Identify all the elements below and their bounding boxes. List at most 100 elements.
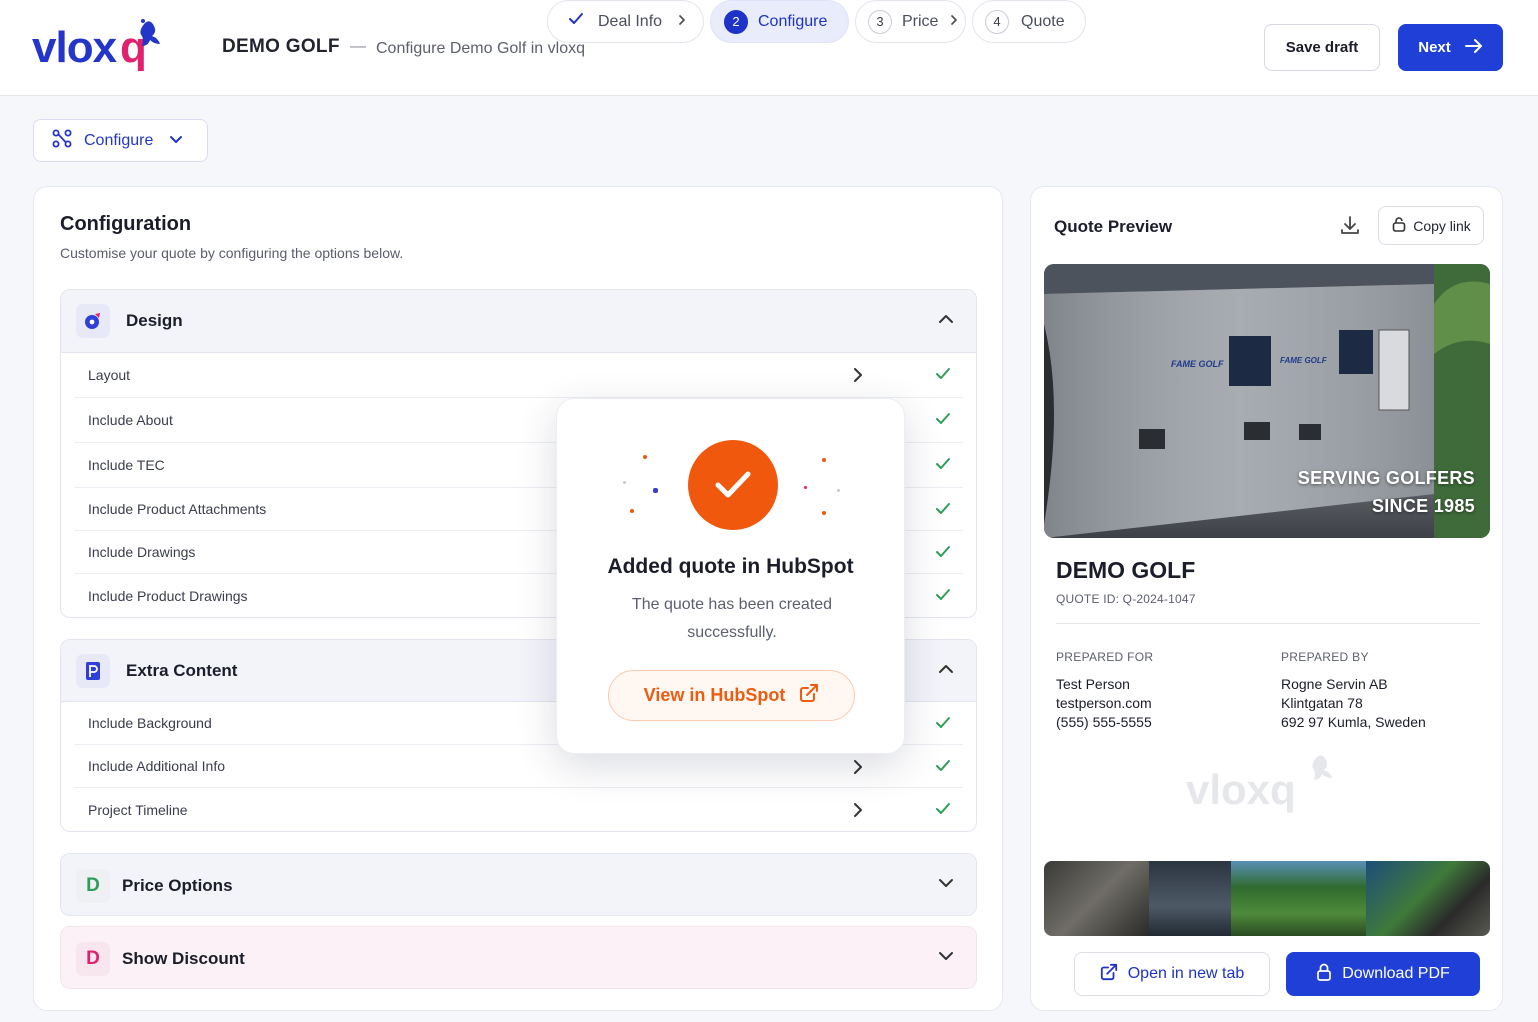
section-show-discount[interactable]: D Show Discount [60, 926, 977, 989]
chevron-down-icon[interactable] [938, 876, 954, 894]
chevron-right-icon [678, 13, 686, 31]
prepared-by-label: PREPARED BY [1281, 650, 1369, 664]
download-icon[interactable] [1339, 214, 1361, 241]
next-label: Next [1418, 39, 1451, 56]
check-icon [935, 502, 951, 519]
quote-company: DEMO GOLF [1056, 557, 1196, 583]
chevron-up-icon[interactable] [938, 312, 954, 330]
step-label: Price [902, 12, 939, 30]
view-in-hubspot-button[interactable]: View in HubSpot [608, 670, 855, 721]
step-price[interactable]: 3 Price [855, 0, 966, 43]
step-label: Quote [1021, 12, 1065, 30]
chevron-right-icon [950, 13, 958, 31]
prepared-by: Rogne Servin AB Klintgatan 78 692 97 Kum… [1281, 675, 1426, 732]
workflow-icon [52, 128, 72, 153]
section-header[interactable]: D Show Discount [61, 927, 976, 988]
vloxq-logo[interactable]: vlox q [32, 16, 182, 82]
chevron-right-icon[interactable] [853, 367, 863, 386]
section-title: Extra Content [126, 660, 238, 680]
chevron-right-icon[interactable] [853, 802, 863, 821]
hero-image: FAME GOLF FAME GOLF SERVING GOLFERS SINC… [1044, 264, 1490, 538]
next-button[interactable]: Next [1398, 24, 1503, 71]
step-deal-info[interactable]: Deal Info [547, 0, 704, 43]
section-price-options[interactable]: D Price Options [60, 853, 977, 916]
section-title: Price Options [122, 875, 233, 895]
copy-link-label: Copy link [1413, 217, 1471, 234]
row-label: Include Product Drawings [88, 587, 248, 604]
check-icon [935, 367, 951, 384]
check-icon [935, 412, 951, 429]
confetti-dot [822, 511, 826, 515]
lock-icon [1391, 216, 1407, 235]
pdf-label: Download PDF [1342, 965, 1450, 982]
prepared-by-line: Rogne Servin AB [1281, 676, 1388, 692]
gallery-thumb[interactable] [1149, 861, 1231, 936]
step-label: Configure [758, 12, 828, 30]
svg-text:vlox: vlox [32, 23, 118, 72]
row-label: Include Product Attachments [88, 501, 267, 517]
configure-dropdown[interactable]: Configure [33, 119, 208, 162]
palette-icon [76, 304, 110, 338]
open-label: Open in new tab [1127, 965, 1245, 982]
prepared-for-label: PREPARED FOR [1056, 650, 1154, 664]
dialog-title: Added quote in HubSpot [607, 555, 854, 578]
watermark-text: vloxq [1186, 766, 1296, 813]
section-header[interactable]: Design [61, 290, 976, 353]
row-label: Include Background [88, 715, 212, 731]
configuration-title: Configuration [60, 213, 192, 235]
page-subtitle: Configure Demo Golf in vloxq [376, 40, 585, 57]
open-in-new-tab-button[interactable]: Open in new tab [1074, 952, 1270, 996]
chevron-up-icon[interactable] [938, 662, 954, 680]
chevron-down-icon [169, 132, 183, 150]
check-icon [935, 802, 951, 819]
title-separator: — [350, 38, 366, 55]
confetti-dot [623, 481, 626, 484]
prepared-for: Test Person testperson.com (555) 555-555… [1056, 675, 1152, 732]
hero-brand-text: FAME GOLF [1171, 359, 1224, 369]
check-icon [568, 12, 584, 31]
dropdown-label: Configure [84, 131, 154, 149]
chevron-down-icon[interactable] [938, 949, 954, 967]
config-row[interactable]: Project Timeline [74, 788, 963, 831]
step-number: 2 [724, 9, 748, 34]
gallery-thumb[interactable] [1366, 861, 1490, 936]
prepared-for-line: testperson.com [1056, 695, 1152, 711]
row-label: Layout [88, 367, 131, 383]
download-pdf-button[interactable]: Download PDF [1286, 952, 1480, 996]
copy-link-button[interactable]: Copy link [1378, 206, 1484, 245]
prepared-for-line: (555) 555-5555 [1056, 714, 1152, 730]
hero-tagline: SERVING GOLFERS SINCE 1985 [1298, 464, 1475, 520]
arrow-right-icon [1464, 38, 1483, 57]
section-header[interactable]: D Price Options [61, 854, 976, 915]
quote-preview-panel: Quote Preview Copy link FAME GOLF FAME G… [1030, 186, 1503, 1011]
hero-line: SINCE 1985 [1371, 496, 1475, 516]
hero-brand-text: FAME GOLF [1280, 356, 1328, 365]
confetti-dot [837, 489, 840, 492]
document-icon [76, 653, 110, 688]
external-link-icon [799, 683, 819, 708]
check-icon [935, 457, 951, 474]
lock-icon [1316, 963, 1332, 986]
confetti-dot [822, 458, 826, 462]
section-title: Show Discount [122, 948, 245, 968]
step-number: 3 [868, 9, 892, 34]
app-title: DEMO GOLF [222, 36, 340, 57]
gallery-thumb[interactable] [1231, 861, 1366, 936]
save-draft-button[interactable]: Save draft [1264, 24, 1380, 71]
check-icon [935, 588, 951, 605]
button-label: View in HubSpot [643, 685, 786, 705]
config-row[interactable]: Layout [74, 353, 963, 398]
chevron-right-icon[interactable] [853, 759, 863, 778]
gallery-thumb[interactable] [1044, 861, 1149, 936]
success-check-icon [688, 440, 778, 530]
confetti-dot [643, 455, 647, 459]
preview-title: Quote Preview [1054, 217, 1173, 236]
dialog-message: The quote has been created successfully. [631, 596, 833, 641]
check-icon [935, 545, 951, 562]
image-gallery [1044, 861, 1490, 936]
quote-id: QUOTE ID: Q-2024-1047 [1056, 592, 1196, 606]
prepared-by-line: Klintgatan 78 [1281, 695, 1363, 711]
step-configure[interactable]: 2 Configure [710, 0, 849, 43]
divider [1056, 623, 1480, 624]
step-quote[interactable]: 4 Quote [972, 0, 1086, 43]
